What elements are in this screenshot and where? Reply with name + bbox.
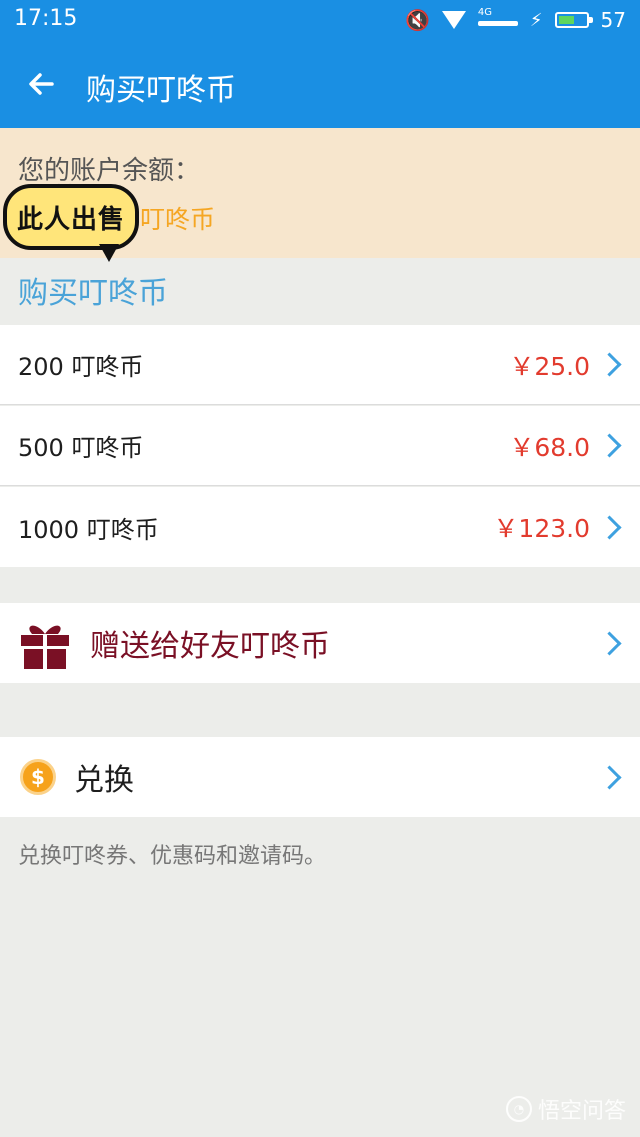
purchase-heading: 购买叮咚币 [18, 276, 168, 311]
option-price: ￥25.0 [509, 351, 590, 381]
chevron-right-icon [597, 352, 622, 377]
chevron-right-icon [597, 514, 622, 540]
exchange-row[interactable]: $ 兑换 [0, 737, 640, 817]
balance-label: 您的账户余额： [18, 156, 201, 186]
option-price: ￥123.0 [493, 514, 590, 543]
chevron-right-icon [597, 433, 622, 458]
status-icons: 🔇 4G ⚡ 57 [405, 6, 626, 34]
purchase-option-200[interactable]: 200 叮咚币 ￥25.0 [0, 325, 640, 405]
purchase-option-1000[interactable]: 1000 叮咚币 ￥123.0 [0, 487, 640, 567]
sticker-bubble: 此人出售 [3, 184, 139, 250]
option-price: ￥68.0 [509, 432, 590, 462]
page-title: 购买叮咚币 [86, 73, 236, 108]
gift-label: 赠送给好友叮咚币 [90, 629, 330, 664]
for-sale-sticker: ·ᴗ· 此人出售 [3, 178, 143, 270]
chevron-right-icon [597, 630, 622, 656]
battery-icon [554, 12, 593, 28]
battery-level: 57 [600, 8, 626, 32]
status-bar: 17:15 🔇 4G ⚡ 57 [0, 0, 640, 40]
option-label: 1000 叮咚币 [18, 515, 159, 544]
gift-icon [21, 625, 69, 669]
option-label: 500 叮咚币 [18, 434, 144, 462]
status-time: 17:15 [14, 6, 78, 31]
chevron-right-icon [597, 764, 622, 790]
sticker-text: 此人出售 [16, 204, 125, 235]
network-type: 4G [477, 7, 493, 18]
charging-icon: ⚡ [529, 9, 543, 31]
mute-icon: 🔇 [405, 8, 430, 32]
balance-unit: 叮咚币 [140, 205, 216, 234]
wifi-icon [441, 11, 466, 29]
exchange-label: 兑换 [74, 763, 134, 798]
gift-to-friend-row[interactable]: 赠送给好友叮咚币 [0, 603, 640, 683]
purchase-option-500[interactable]: 500 叮咚币 ￥68.0 [0, 406, 640, 486]
signal-icon: 4G [477, 7, 518, 31]
back-arrow-icon[interactable] [22, 64, 62, 104]
exchange-hint: 兑换叮咚券、优惠码和邀请码。 [18, 844, 327, 869]
watermark-text: 悟空问答 [537, 1099, 626, 1124]
sticker-tail [99, 244, 119, 262]
option-label: 200 叮咚币 [18, 353, 144, 381]
watermark-logo-icon: ◔ [505, 1096, 532, 1122]
watermark: ◔ 悟空问答 [505, 1093, 626, 1125]
battery-fill [558, 16, 574, 24]
app-bar: 购买叮咚币 [0, 40, 640, 128]
coin-icon: $ [20, 759, 56, 795]
